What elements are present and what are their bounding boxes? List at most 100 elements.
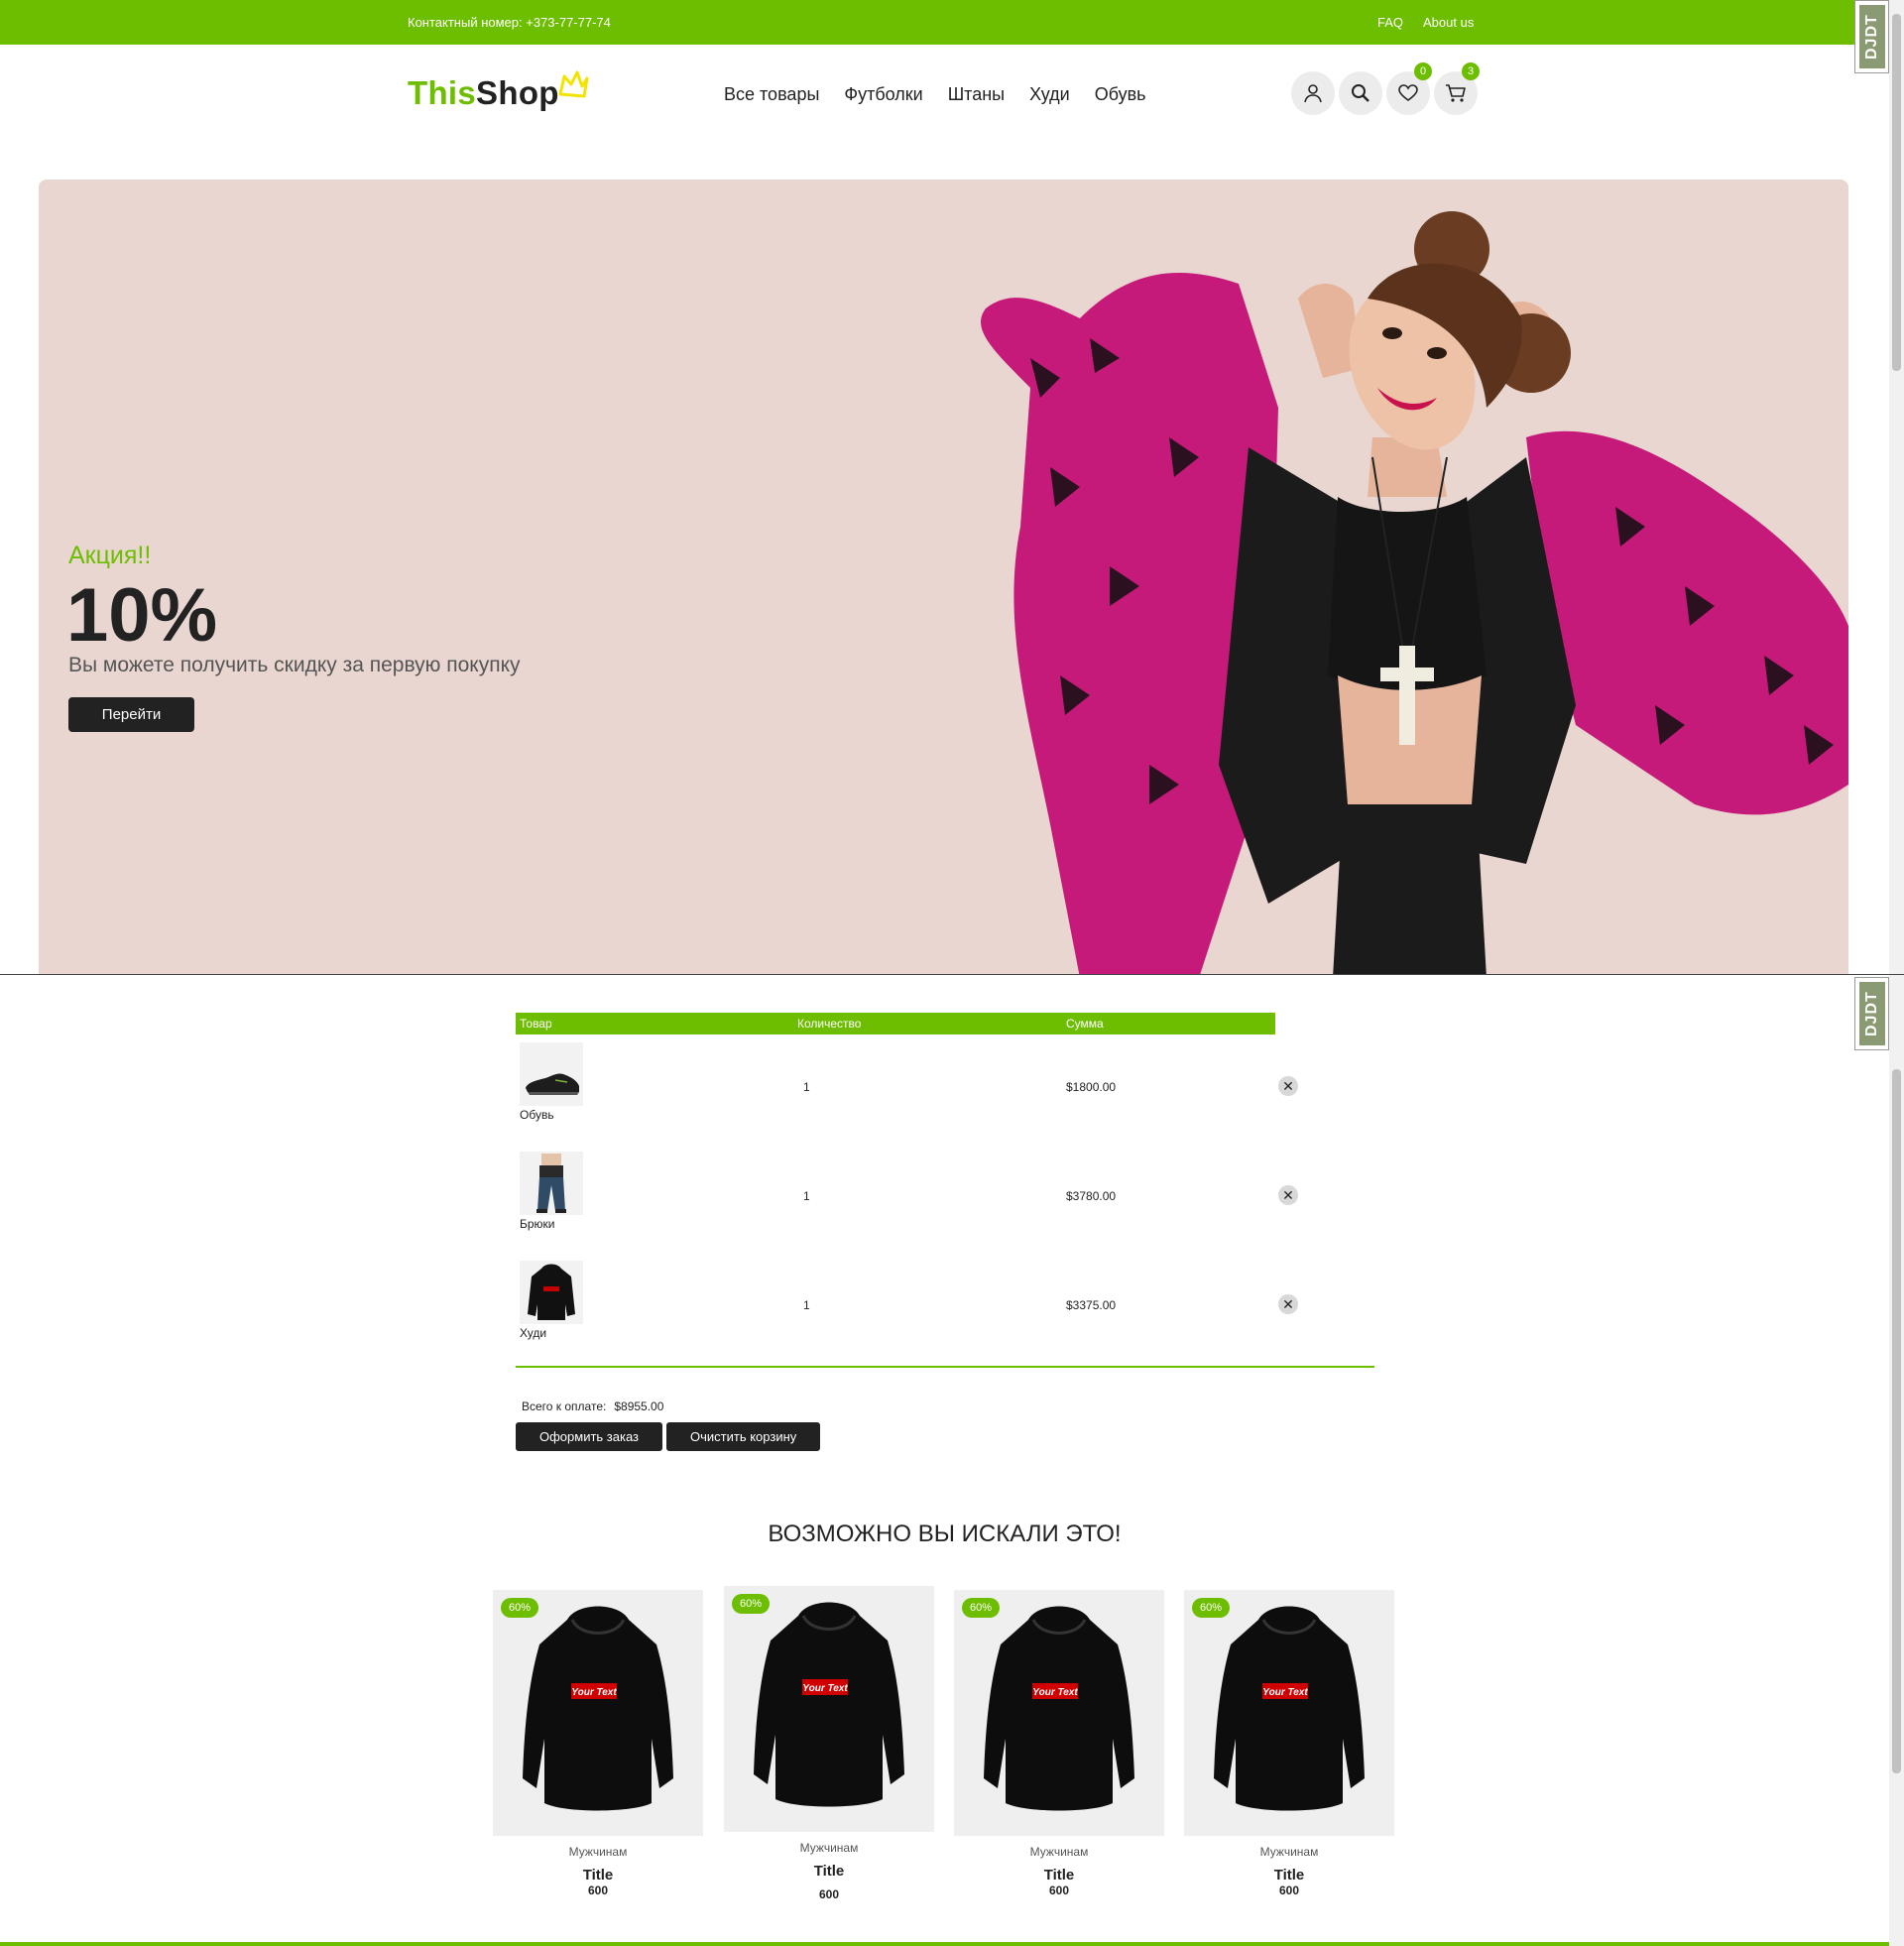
top-bar: Контактный номер: +373-77-77-74 FAQ Abou… <box>0 0 1889 45</box>
debug-toolbar-handle[interactable]: DJDT <box>1854 977 1889 1050</box>
product-card[interactable]: Your Text 60% Мужчинам Title 600 <box>724 1586 934 1901</box>
checkout-button[interactable]: Оформить заказ <box>516 1422 663 1451</box>
account-button[interactable] <box>1291 71 1335 115</box>
print-text: Your Text <box>1032 1687 1078 1698</box>
about-link[interactable]: About us <box>1423 15 1474 30</box>
site-header: ThisShop Все товары Футболки Штаны Худи … <box>0 45 1889 144</box>
search-icon <box>1352 84 1369 102</box>
discount-badge: 60% <box>962 1598 1000 1618</box>
product-thumbnail[interactable] <box>520 1261 583 1324</box>
product-category: Мужчинам <box>799 1841 859 1855</box>
product-quantity: 1 <box>803 1298 810 1312</box>
cart-button[interactable]: 3 <box>1434 62 1480 115</box>
top-scrollbar-thumb[interactable] <box>1892 14 1901 371</box>
remove-item-button[interactable]: ✕ <box>1278 1076 1298 1096</box>
total-label: Всего к оплате: <box>522 1399 607 1413</box>
hero-go-button[interactable]: Перейти <box>68 697 194 732</box>
hoodie-icon: Your Text <box>1214 1606 1365 1811</box>
product-name[interactable]: Худи <box>520 1326 546 1340</box>
product-category: Мужчинам <box>568 1845 628 1859</box>
product-title[interactable]: Title <box>493 1867 703 1884</box>
cart-row: Обувь 1 $1800.00 ✕ <box>516 1042 1374 1130</box>
bottom-scrollbar[interactable] <box>1889 975 1904 1946</box>
logo-part-shop: Shop <box>476 74 559 111</box>
header-quantity: Количество <box>797 1017 862 1031</box>
wishlist-button[interactable]: 0 <box>1386 62 1432 115</box>
cart-row: Брюки 1 $3780.00 ✕ <box>516 1152 1374 1239</box>
user-icon <box>1304 84 1322 103</box>
print-text: Your Text <box>1262 1687 1308 1698</box>
top-viewport: Контактный номер: +373-77-77-74 FAQ Abou… <box>0 0 1904 974</box>
header-sum: Сумма <box>1066 1017 1104 1031</box>
product-quantity: 1 <box>803 1080 810 1094</box>
main-nav: Все товары Футболки Штаны Худи Обувь <box>724 84 1146 105</box>
debug-toolbar-label: DJDT <box>1858 5 1885 68</box>
bottom-scrollbar-thumb[interactable] <box>1892 1069 1901 1773</box>
product-title[interactable]: Title <box>954 1867 1164 1884</box>
crown-icon <box>558 70 589 98</box>
total-value: $8955.00 <box>614 1399 664 1413</box>
hoodie-icon <box>528 1264 575 1320</box>
debug-toolbar-label: DJDT <box>1858 982 1885 1045</box>
hero-model-image <box>981 211 1848 974</box>
discount-badge: 60% <box>732 1594 770 1614</box>
cart-actions: Оформить заказ Очистить корзину <box>516 1422 821 1451</box>
footer-accent-line <box>0 1942 1889 1946</box>
recommendations-title: ВОЗМОЖНО ВЫ ИСКАЛИ ЭТО! <box>768 1520 1122 1547</box>
debug-toolbar-handle[interactable]: DJDT <box>1854 0 1889 73</box>
product-image[interactable]: Your Text 60% <box>724 1586 934 1832</box>
top-scrollbar[interactable] <box>1889 0 1904 974</box>
hoodie-icon: Your Text <box>754 1602 904 1807</box>
cart-row: Худи 1 $3375.00 ✕ <box>516 1261 1374 1348</box>
product-name[interactable]: Обувь <box>520 1108 554 1122</box>
hoodie-icon: Your Text <box>523 1606 673 1811</box>
nav-pants[interactable]: Штаны <box>948 84 1005 105</box>
header-product: Товар <box>520 1017 552 1031</box>
product-card[interactable]: Your Text 60% Мужчинам Title 600 <box>1184 1590 1394 1897</box>
product-quantity: 1 <box>803 1189 810 1203</box>
nav-tshirts[interactable]: Футболки <box>844 84 922 105</box>
product-card[interactable]: Your Text 60% Мужчинам Title 600 <box>493 1590 703 1897</box>
product-thumbnail[interactable] <box>520 1042 583 1106</box>
clear-cart-button[interactable]: Очистить корзину <box>666 1422 821 1451</box>
remove-item-button[interactable]: ✕ <box>1278 1185 1298 1205</box>
product-image[interactable]: Your Text 60% <box>493 1590 703 1836</box>
product-sum: $3780.00 <box>1066 1189 1117 1203</box>
product-price: 600 <box>587 1884 609 1897</box>
discount-badge: 60% <box>1192 1598 1230 1618</box>
faq-link[interactable]: FAQ <box>1377 15 1403 30</box>
remove-item-button[interactable]: ✕ <box>1278 1294 1298 1314</box>
product-category: Мужчинам <box>1259 1845 1319 1859</box>
product-price: 600 <box>1048 1884 1070 1897</box>
print-text: Your Text <box>802 1683 848 1694</box>
nav-all-products[interactable]: Все товары <box>724 84 819 105</box>
product-sum: $1800.00 <box>1066 1080 1117 1094</box>
contact-phone: Контактный номер: +373-77-77-74 <box>408 15 611 30</box>
product-name[interactable]: Брюки <box>520 1217 555 1231</box>
product-image[interactable]: Your Text 60% <box>954 1590 1164 1836</box>
jeans-icon <box>536 1154 566 1213</box>
bottom-viewport: Товар Количество Сумма Обувь 1 $1800.00 … <box>0 974 1904 1946</box>
product-title[interactable]: Title <box>724 1863 934 1880</box>
product-category: Мужчинам <box>1029 1845 1089 1859</box>
discount-badge: 60% <box>501 1598 538 1618</box>
print-text: Your Text <box>571 1687 617 1698</box>
cart-table-header: Товар Количество Сумма <box>516 1013 1275 1034</box>
product-image[interactable]: Your Text 60% <box>1184 1590 1394 1836</box>
product-sum: $3375.00 <box>1066 1298 1117 1312</box>
logo-part-this: This <box>408 74 477 111</box>
product-card[interactable]: Your Text 60% Мужчинам Title 600 <box>954 1590 1164 1897</box>
product-thumbnail[interactable] <box>520 1152 583 1215</box>
search-button[interactable] <box>1339 71 1382 115</box>
nav-shoes[interactable]: Обувь <box>1095 84 1146 105</box>
nav-hoodies[interactable]: Худи <box>1029 84 1070 105</box>
sneaker-icon <box>526 1073 579 1095</box>
wishlist-count-badge: 0 <box>1414 62 1432 80</box>
hero-subtitle: Вы можете получить скидку за первую поку… <box>68 654 521 676</box>
product-price: 600 <box>818 1887 840 1901</box>
cart-divider <box>516 1366 1374 1368</box>
logo[interactable]: ThisShop <box>408 70 589 112</box>
cart-icon <box>1446 84 1466 102</box>
product-title[interactable]: Title <box>1184 1867 1394 1884</box>
hero-discount: 10% <box>66 573 218 658</box>
